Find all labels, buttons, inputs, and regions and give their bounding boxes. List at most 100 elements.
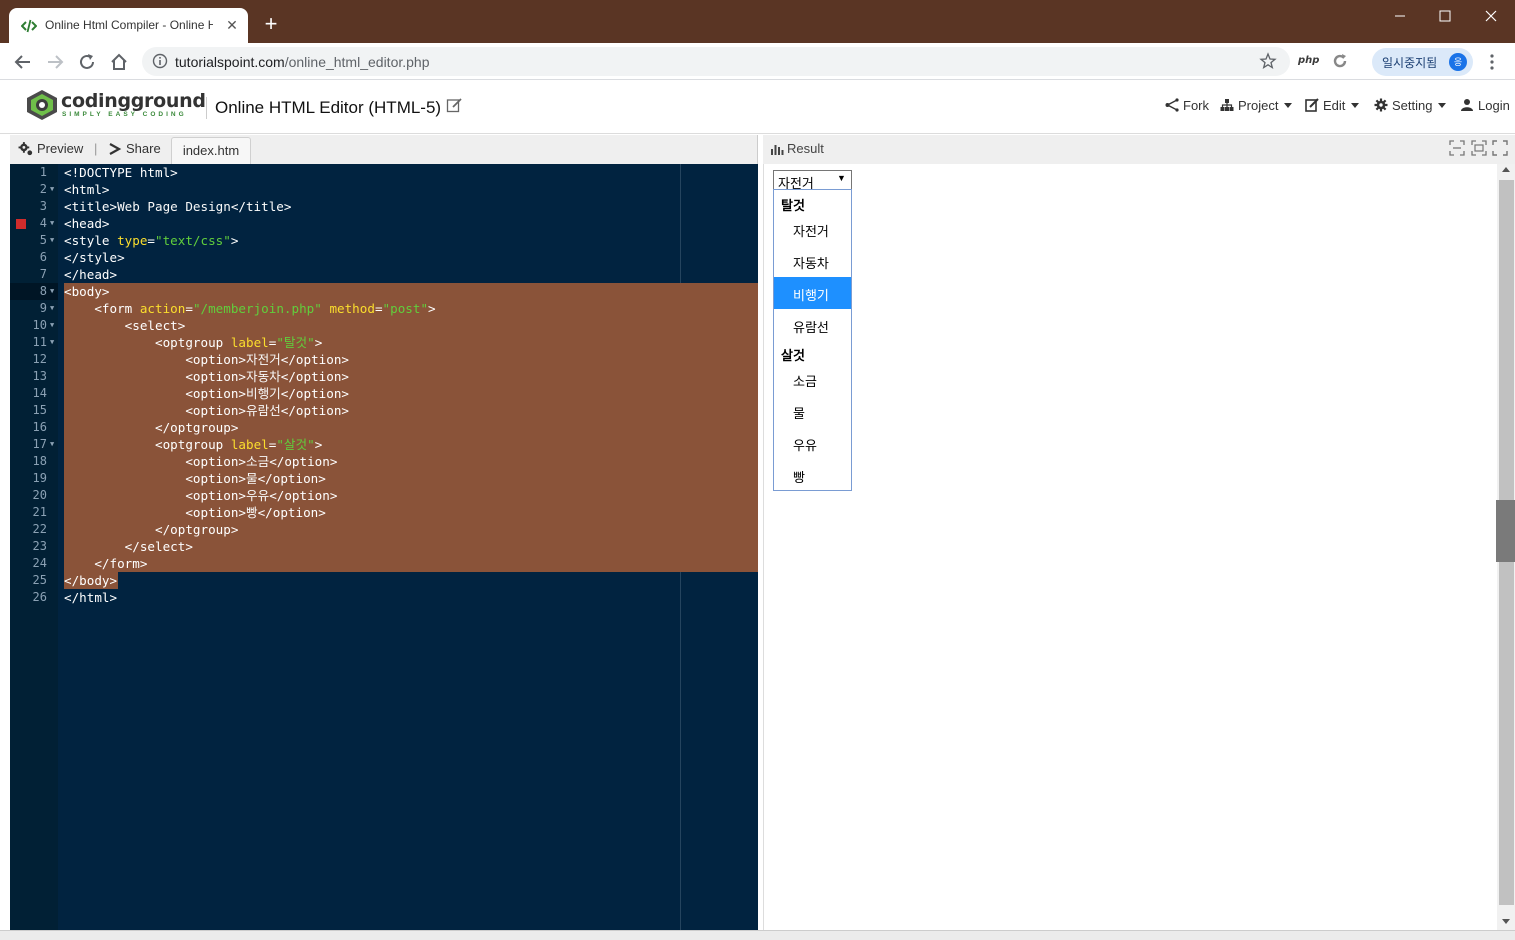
code-line[interactable]: 18 <option>소금</option> xyxy=(10,453,758,470)
code-editor[interactable]: 1 <!DOCTYPE html> 2 ▼ <html> 3 <title>Web Page… xyxy=(10,164,758,930)
option-item[interactable]: 소금 xyxy=(774,363,851,395)
window-close-icon[interactable] xyxy=(1476,6,1506,26)
reload-icon[interactable] xyxy=(76,51,98,73)
menu-dots-icon[interactable] xyxy=(1485,53,1499,71)
scroll-thumb[interactable] xyxy=(1496,500,1515,562)
code-line[interactable]: 2 ▼ <html> xyxy=(10,181,758,198)
code-line[interactable]: 17 ▼ <optgroup label="살것"> xyxy=(10,436,758,453)
fold-toggle-icon[interactable]: ▼ xyxy=(50,181,54,198)
edit-pencil-icon[interactable] xyxy=(446,97,462,113)
option-item[interactable]: 유람선 xyxy=(774,309,851,341)
preview-label: Preview xyxy=(37,141,84,156)
line-number: 17 xyxy=(32,437,47,451)
code-line[interactable]: 16 </optgroup> xyxy=(10,419,758,436)
fork-button[interactable]: Fork xyxy=(1165,98,1209,116)
line-number: 3 xyxy=(39,199,47,213)
code-line[interactable]: 7 </head> xyxy=(10,266,758,283)
browser-tab[interactable]: Online Html Compiler - Online H ✕ xyxy=(9,8,248,43)
code-line[interactable]: 8 ▼ <body> xyxy=(10,283,758,300)
code-line[interactable]: 6 </style> xyxy=(10,249,758,266)
code-line[interactable]: 26 </html> xyxy=(10,589,758,606)
fold-toggle-icon[interactable]: ▼ xyxy=(50,215,54,232)
fit-width-icon[interactable] xyxy=(1449,140,1465,156)
option-item[interactable]: 물 xyxy=(774,395,851,427)
scroll-up-icon[interactable] xyxy=(1502,167,1510,172)
option-item[interactable]: 우유 xyxy=(774,427,851,459)
forward-icon[interactable] xyxy=(44,51,66,73)
share-button[interactable]: Share xyxy=(108,141,161,156)
fullscreen-icon[interactable] xyxy=(1492,140,1508,156)
code-line[interactable]: 23 </select> xyxy=(10,538,758,555)
logo-icon[interactable] xyxy=(25,89,59,121)
fit-screen-icon[interactable] xyxy=(1471,140,1487,156)
login-button[interactable]: Login xyxy=(1460,98,1510,116)
line-number: 4 xyxy=(39,216,47,230)
code-line[interactable]: 15 <option>유람선</option> xyxy=(10,402,758,419)
edit-menu[interactable]: Edit xyxy=(1305,98,1360,116)
tab-index-htm[interactable]: index.htm xyxy=(171,137,251,164)
setting-menu[interactable]: Setting xyxy=(1374,98,1447,116)
code-line[interactable]: 11 ▼ <optgroup label="탈것"> xyxy=(10,334,758,351)
preview-button[interactable]: Preview xyxy=(18,141,83,156)
option-item[interactable]: 자전거 xyxy=(774,213,851,245)
close-icon[interactable]: ✕ xyxy=(223,16,241,34)
minimize-icon[interactable] xyxy=(1385,6,1415,26)
logo-wordmark[interactable]: codingground xyxy=(61,90,206,112)
fold-toggle-icon[interactable]: ▼ xyxy=(50,283,54,300)
code-line[interactable]: 19 <option>물</option> xyxy=(10,470,758,487)
back-icon[interactable] xyxy=(12,51,34,73)
code-line[interactable]: 20 <option>우유</option> xyxy=(10,487,758,504)
info-icon[interactable] xyxy=(152,53,168,69)
transport-select[interactable]: 자전거 ▼ xyxy=(773,170,852,191)
line-number: 19 xyxy=(32,471,47,485)
option-item[interactable]: 자동차 xyxy=(774,245,851,277)
code-token: <html> xyxy=(64,182,110,197)
result-pane[interactable]: 자전거 ▼ 탈것 자전거 자동차 비행기 유람선 살것 소금 물 우유 빵 xyxy=(763,164,1515,930)
code-line[interactable]: 12 <option>자전거</option> xyxy=(10,351,758,368)
code-line[interactable]: 25 </body> xyxy=(10,572,758,589)
scroll-down-icon[interactable] xyxy=(1502,919,1510,924)
result-scrollbar[interactable] xyxy=(1496,164,1515,930)
line-number: 15 xyxy=(32,403,47,417)
code-line[interactable]: 9 ▼ <form action="/memberjoin.php" method… xyxy=(10,300,758,317)
php-extension[interactable]: php xyxy=(1298,55,1319,66)
code-text: <option>빵</option> xyxy=(64,504,326,521)
fold-toggle-icon[interactable]: ▼ xyxy=(50,334,54,351)
avatar: 응 xyxy=(1449,53,1467,71)
select-dropdown-list[interactable]: 탈것 자전거 자동차 비행기 유람선 살것 소금 물 우유 빵 xyxy=(773,189,852,491)
maximize-icon[interactable] xyxy=(1430,6,1460,26)
plus-icon[interactable]: + xyxy=(259,12,283,36)
login-label: Login xyxy=(1478,98,1510,113)
code-line[interactable]: 24 </form> xyxy=(10,555,758,572)
fold-toggle-icon[interactable]: ▼ xyxy=(50,436,54,453)
fold-toggle-icon[interactable]: ▼ xyxy=(50,300,54,317)
home-icon[interactable] xyxy=(108,51,130,73)
fold-toggle-icon[interactable]: ▼ xyxy=(50,317,54,334)
code-line[interactable]: 22 </optgroup> xyxy=(10,521,758,538)
code-line[interactable]: 10 ▼ <select> xyxy=(10,317,758,334)
code-line[interactable]: 3 <title>Web Page Design</title> xyxy=(10,198,758,215)
project-menu[interactable]: Project xyxy=(1220,98,1293,116)
refresh-ext-icon[interactable] xyxy=(1331,52,1349,70)
option-item[interactable]: 빵 xyxy=(774,459,851,491)
option-item-highlighted[interactable]: 비행기 xyxy=(774,277,851,309)
star-icon[interactable] xyxy=(1259,52,1277,70)
profile-button[interactable]: 일시중지됨 응 xyxy=(1372,48,1473,76)
code-line[interactable]: 21 <option>빵</option> xyxy=(10,504,758,521)
url-path: /online_html_editor.php xyxy=(284,54,430,70)
address-bar[interactable]: tutorialspoint.com/online_html_editor.ph… xyxy=(142,47,1290,76)
scroll-track[interactable] xyxy=(1496,180,1515,905)
fold-toggle-icon[interactable]: ▼ xyxy=(50,232,54,249)
code-line[interactable]: 1 <!DOCTYPE html> xyxy=(10,164,758,181)
url-text[interactable]: tutorialspoint.com/online_html_editor.ph… xyxy=(175,54,430,70)
line-number: 8 xyxy=(39,284,47,298)
code-line[interactable]: 4 ▼ <head> xyxy=(10,215,758,232)
code-line[interactable]: 14 <option>비행기</option> xyxy=(10,385,758,402)
code-line[interactable]: 13 <option>자동차</option> xyxy=(10,368,758,385)
code-line[interactable]: 5 ▼ <style type="text/css"> xyxy=(10,232,758,249)
result-toolbar: Result xyxy=(763,135,1515,164)
